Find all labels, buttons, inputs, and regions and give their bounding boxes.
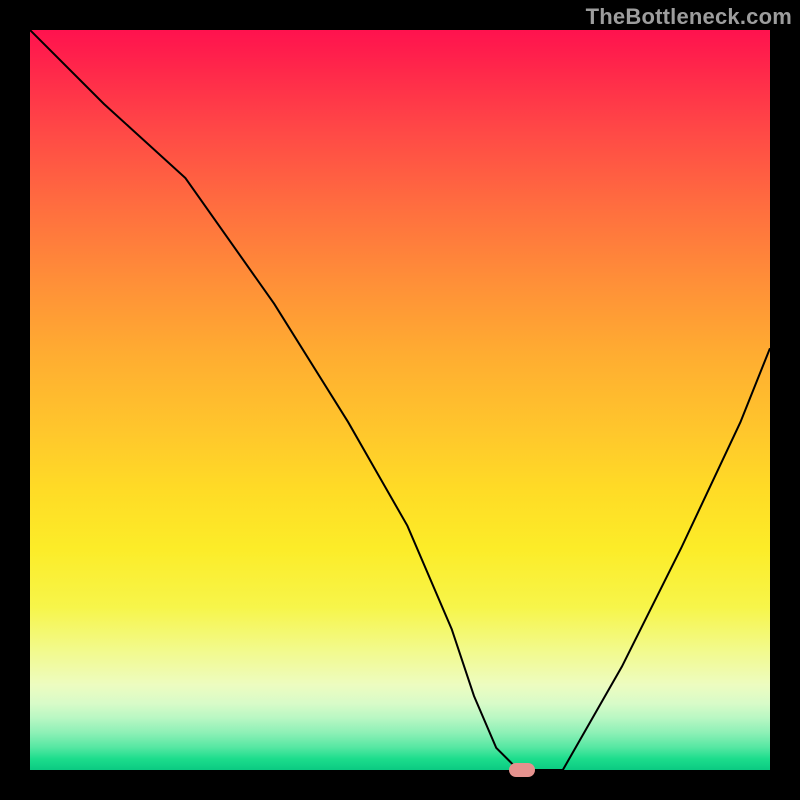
plot-area: [30, 30, 770, 770]
curve-path: [30, 30, 770, 770]
watermark-text: TheBottleneck.com: [586, 4, 792, 30]
bottleneck-curve: [30, 30, 770, 770]
optimal-point-marker: [509, 763, 535, 777]
chart-frame: TheBottleneck.com: [0, 0, 800, 800]
